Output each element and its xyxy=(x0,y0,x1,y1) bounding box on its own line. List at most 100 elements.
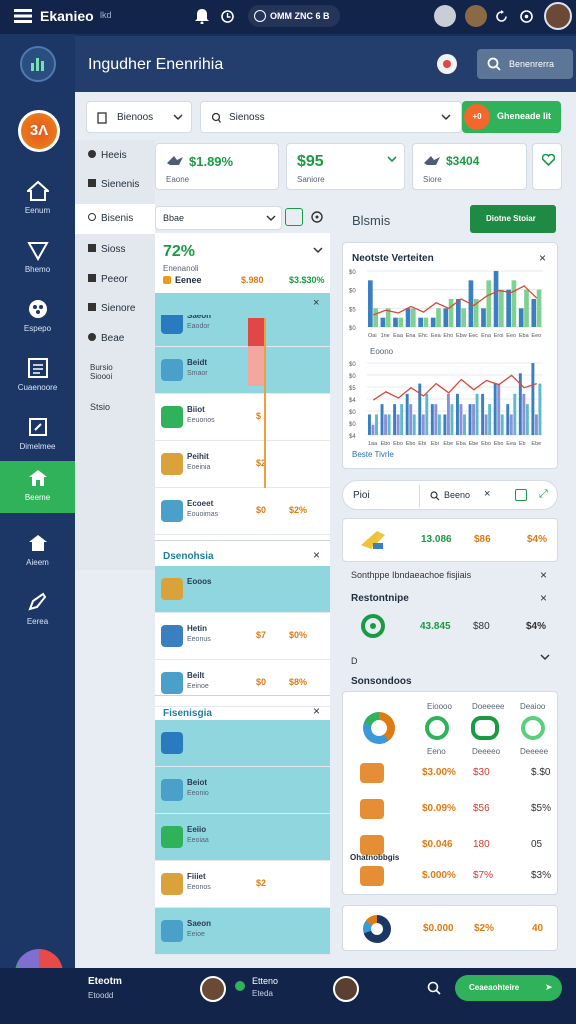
nav-item-7[interactable]: Eerea xyxy=(0,585,75,635)
last-row-card[interactable]: $0.000 $2% 40 xyxy=(342,905,558,951)
doc-icon xyxy=(161,779,183,801)
avatar-1[interactable] xyxy=(200,976,226,1002)
nav-item-0[interactable]: Eenum xyxy=(0,174,75,224)
stat-row[interactable]: $.000% $7% $3% xyxy=(342,864,558,894)
chart-bar xyxy=(443,308,449,327)
close-icon[interactable]: × xyxy=(539,251,546,265)
close-icon[interactable]: × xyxy=(484,488,490,500)
bottom-action-button[interactable]: Ceaeaohteire ➤ xyxy=(455,975,562,1001)
close-icon[interactable]: × xyxy=(540,568,547,582)
list-item[interactable]: Fiiiet Eeonos $2 xyxy=(155,861,330,908)
filter-select[interactable]: Bienoos xyxy=(86,101,192,133)
side-menu-item-1[interactable]: Sienenis xyxy=(88,179,139,190)
stat-row[interactable]: $3.00% $30 $.$0 xyxy=(342,761,558,791)
profile-avatar[interactable] xyxy=(544,2,572,30)
close-icon[interactable]: × xyxy=(313,704,320,718)
nav-label: Eerea xyxy=(26,617,49,626)
nav-item-1[interactable]: Bhemo xyxy=(0,233,75,283)
list-item[interactable]: Saeon Eeioe xyxy=(155,908,330,955)
close-icon[interactable]: × xyxy=(313,297,319,309)
list-item[interactable]: Eooos xyxy=(155,566,330,613)
search-icon[interactable] xyxy=(427,981,441,995)
settings-icon[interactable] xyxy=(520,10,533,23)
list-item[interactable]: Biiot Eeuonos $ xyxy=(155,394,330,441)
chart-bar xyxy=(443,414,447,435)
nav-item-2[interactable]: Espepo xyxy=(0,292,75,342)
list-item[interactable]: Hetin Eeonus $7 $0% xyxy=(155,613,330,660)
item-sub: Eeoiaa xyxy=(187,837,209,844)
list-item[interactable]: Ecoeet Eouoimas $0 $2% xyxy=(155,488,330,535)
side-menu-item-6[interactable]: Beae xyxy=(88,333,124,344)
side-menu-item-0[interactable]: Heeis xyxy=(88,150,127,161)
session-pill[interactable]: OMM ZNC 6 B xyxy=(248,5,340,27)
right-row-1[interactable]: 13.086 $86 $4% xyxy=(342,518,558,562)
list-item[interactable]: Peihit Eoeinia $2 xyxy=(155,441,330,488)
item-sub: Eeinoe xyxy=(187,683,209,690)
side-menu-item-5[interactable]: Sienore xyxy=(88,303,135,314)
kpi-card-0[interactable]: $1.89% Eaone xyxy=(155,143,279,190)
bell-icon[interactable] xyxy=(195,8,209,24)
refresh-green-icon[interactable] xyxy=(360,613,386,639)
settings-icon[interactable] xyxy=(311,211,323,223)
action-button[interactable]: +0 Gheneade lit xyxy=(462,101,561,133)
x-tick-label: Ebe xyxy=(469,441,479,447)
x-tick-label: Ebe xyxy=(531,441,541,447)
list-item[interactable]: Beiot Eeonio xyxy=(155,767,330,814)
item-sub: Eeonos xyxy=(187,884,211,891)
right-search[interactable]: Beeno × xyxy=(419,485,499,507)
stat-v3: $.$0 xyxy=(531,767,551,778)
chevron-down-icon xyxy=(441,114,451,121)
kpi-card-3[interactable] xyxy=(532,143,562,190)
search-field[interactable]: Sienoss xyxy=(200,101,462,133)
nav-label: Dimelmee xyxy=(19,442,56,451)
chart-bar xyxy=(481,393,485,435)
side-menu-item-7[interactable]: Bursio Sioooi xyxy=(90,363,130,381)
side-menu-item-8[interactable]: Stsio xyxy=(90,402,110,412)
avatar-user[interactable] xyxy=(465,5,487,27)
side-menu-item-4[interactable]: Peeor xyxy=(88,274,128,285)
avatar-gray[interactable] xyxy=(434,5,456,27)
clock-icon[interactable] xyxy=(221,10,234,23)
nav-item-4[interactable]: Dimelmee xyxy=(0,410,75,460)
list-select[interactable]: Bbae xyxy=(155,206,282,230)
header-button[interactable]: Benenrerra xyxy=(477,49,573,79)
box-icon xyxy=(161,578,183,600)
chart-bar xyxy=(380,317,386,327)
refresh-icon[interactable] xyxy=(495,10,508,23)
stat-icon xyxy=(360,835,384,855)
kpi-card-2[interactable]: $3404 Siore xyxy=(412,143,527,190)
close-icon[interactable]: × xyxy=(313,548,320,562)
section-button[interactable]: Diotne Stoiar xyxy=(470,205,556,233)
list-item[interactable]: Eeiio Eeoiaa xyxy=(155,814,330,861)
nav-item-6[interactable]: Aieem xyxy=(0,526,75,576)
list-item[interactable]: BeidtSmaor$0 xyxy=(155,347,330,394)
kpi-card-1[interactable]: $95 Saniore xyxy=(286,143,405,190)
chart-footer-link[interactable]: Beste Tivrle xyxy=(352,450,394,459)
item-title: Eooos xyxy=(187,577,212,586)
chart-bar xyxy=(525,404,529,435)
stat-row[interactable]: Ohatnobbgis $0.046 180 05 xyxy=(342,833,558,863)
side-label: Heeis xyxy=(101,150,127,161)
checkbox-icon[interactable] xyxy=(515,489,527,501)
user-badge[interactable]: 3Λ xyxy=(18,110,60,152)
logo-icon[interactable] xyxy=(20,46,56,82)
expand-icon[interactable]: ⤢ xyxy=(539,488,548,501)
stat-row[interactable]: $0.09% $56 $5% xyxy=(342,797,558,827)
last-v3: 40 xyxy=(532,923,544,934)
item-v1: $0 xyxy=(256,677,267,687)
list-item[interactable] xyxy=(155,720,330,767)
side-menu-item-2[interactable]: Bisenis xyxy=(88,213,133,224)
notification-avatar[interactable] xyxy=(437,54,457,74)
chart-bar xyxy=(373,308,378,327)
add-icon[interactable] xyxy=(285,208,303,226)
stat-v1: $0.046 xyxy=(422,839,453,850)
chart-bar xyxy=(411,308,416,327)
list-summary[interactable]: 72% Enenanoli Eenee $.980 $3.$30% xyxy=(155,233,330,293)
chevron-down-icon[interactable] xyxy=(540,654,550,662)
nav-item-3[interactable]: Cuaenoore xyxy=(0,351,75,401)
side-menu-item-3[interactable]: Sioss xyxy=(88,244,125,255)
close-icon[interactable]: × xyxy=(540,591,547,605)
avatar-2[interactable] xyxy=(333,976,359,1002)
menu-icon[interactable] xyxy=(14,9,32,23)
nav-item-5[interactable]: Beeme xyxy=(0,461,75,513)
